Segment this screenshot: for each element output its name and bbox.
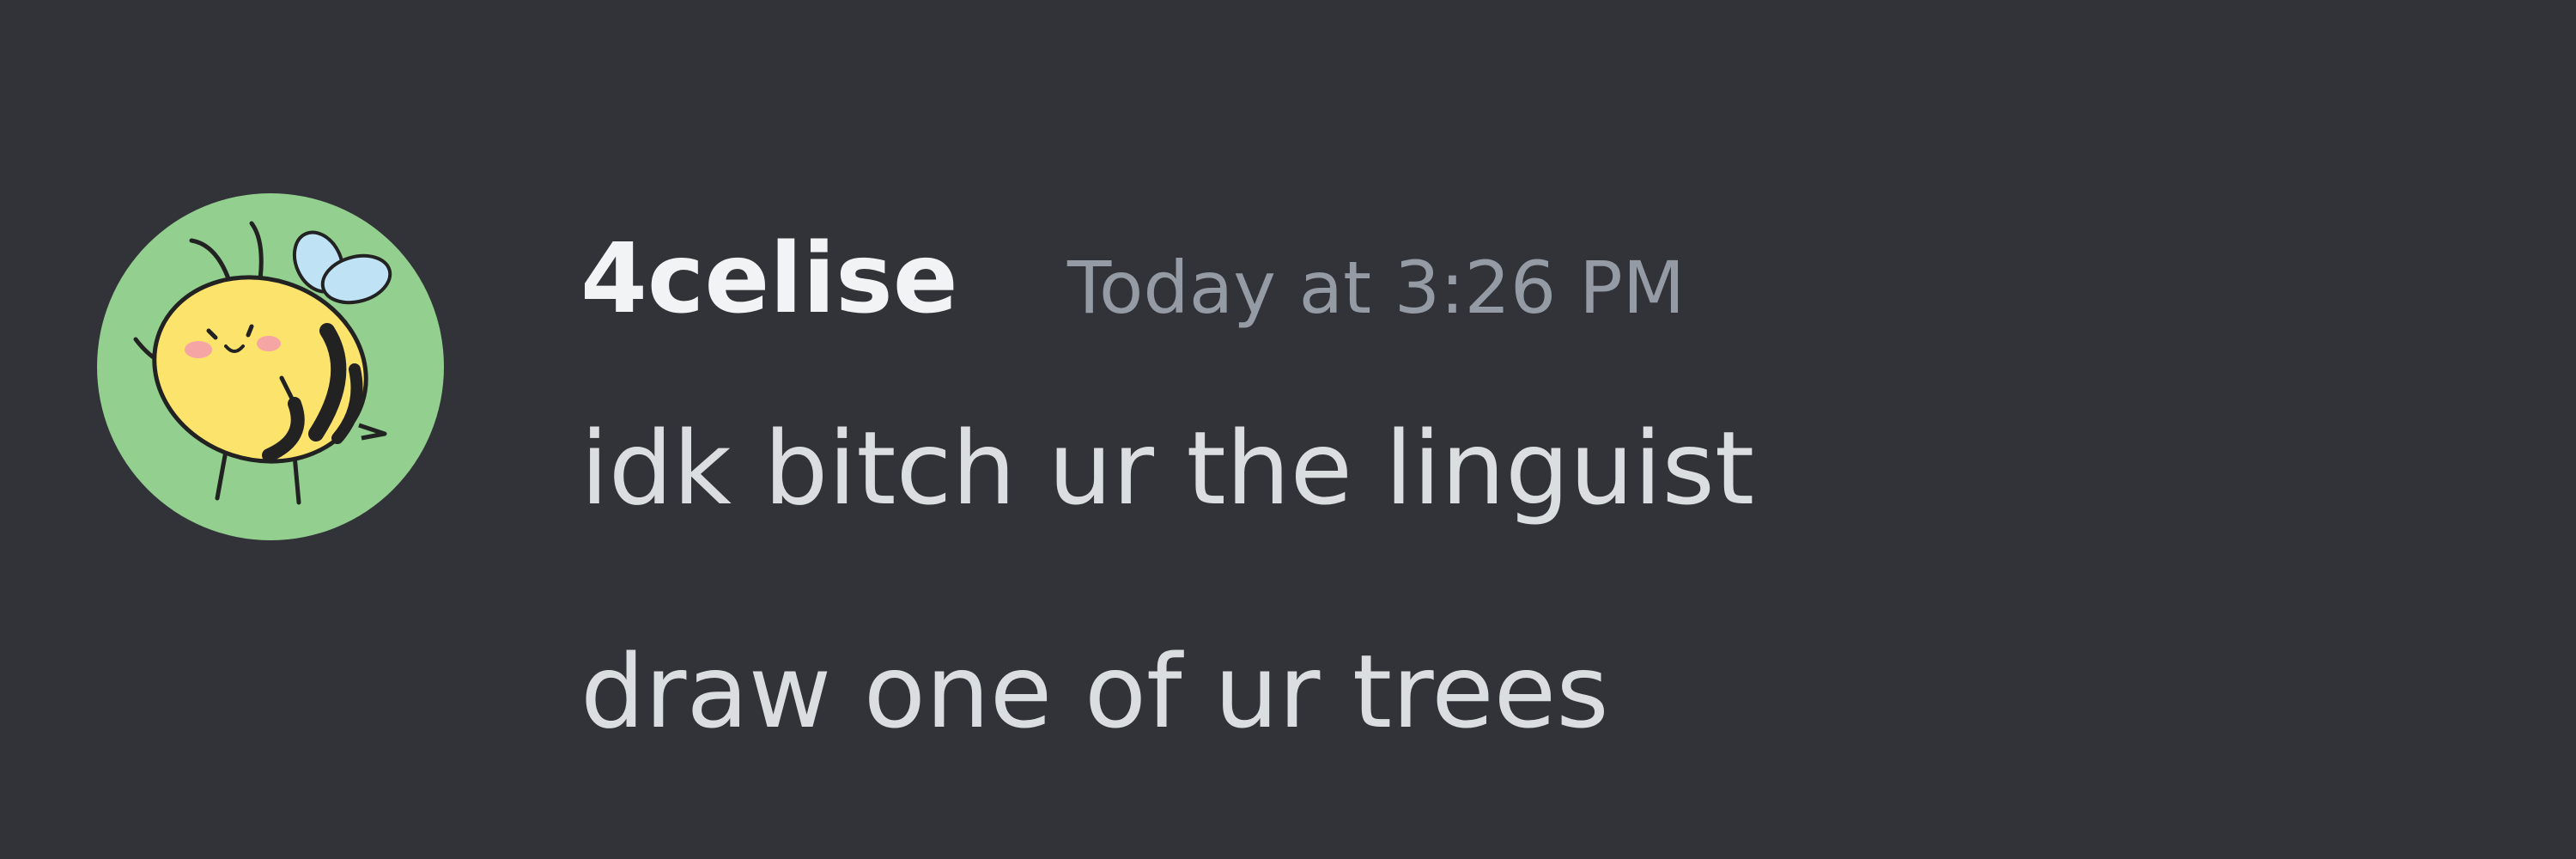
message-text-line: draw one of ur trees [580,632,1609,751]
message-timestamp: Today at 3:26 PM [1067,246,1686,330]
user-avatar[interactable] [97,193,444,540]
author-username[interactable]: 4celise [580,215,958,344]
message-text-line: idk bitch ur the linguist [580,409,1755,527]
chat-message: 4celise Today at 3:26 PM idk bitch ur th… [0,0,2576,859]
bee-icon [133,221,392,505]
